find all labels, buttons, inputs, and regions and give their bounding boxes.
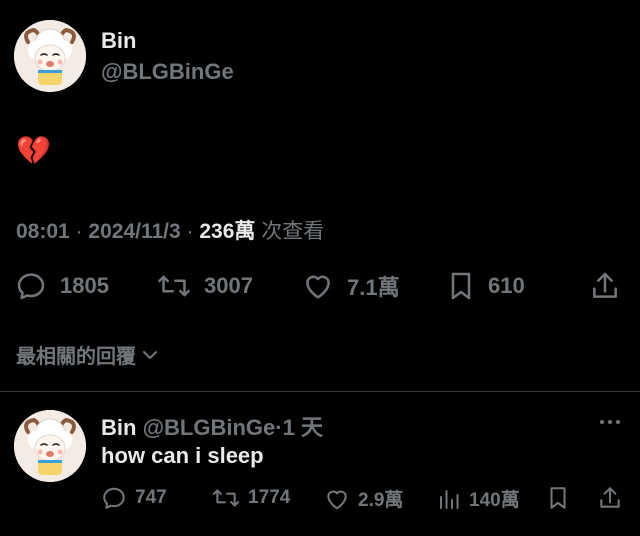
share-upload-icon: [600, 487, 620, 508]
share-upload-icon: [593, 272, 617, 298]
reply-sort-dropdown[interactable]: 最相關的回覆: [16, 340, 160, 369]
reply-share-button[interactable]: [597, 485, 623, 511]
bar-chart-icon: [440, 489, 459, 509]
repost-count: 3007: [204, 273, 253, 298]
reply-author-avatar[interactable]: [14, 410, 86, 482]
heart-outline-icon: [327, 490, 347, 509]
reply-button[interactable]: 1805: [15, 270, 109, 302]
reply-bookmark-button[interactable]: [546, 485, 570, 511]
speech-bubble-icon: [17, 273, 45, 300]
bookmark-icon: [550, 487, 566, 509]
reply-separator: ·: [275, 415, 283, 440]
more-options-button[interactable]: [598, 412, 622, 437]
reply-repost-count: 1774: [248, 487, 291, 508]
speech-bubble-icon: [103, 487, 125, 509]
views-count: 236萬: [199, 220, 256, 243]
post-date[interactable]: 2024/11/3: [88, 220, 180, 243]
bookmark-count: 610: [488, 273, 525, 298]
meta-separator: ·: [75, 220, 83, 243]
post-text: 💔: [16, 135, 51, 166]
reply-author-handle[interactable]: @BLGBinGe: [143, 415, 276, 440]
reply-like-count: 2.9萬: [358, 490, 404, 511]
author-handle[interactable]: @BLGBinGe: [101, 59, 234, 85]
reply-views-button[interactable]: 140萬: [437, 485, 520, 512]
bookmark-icon: [451, 272, 471, 300]
bookmark-button[interactable]: 610: [447, 270, 525, 302]
post-time[interactable]: 08:01: [16, 220, 70, 243]
reply-sort-label: 最相關的回覆: [16, 346, 136, 368]
repost-arrows-icon: [158, 275, 190, 297]
like-button[interactable]: 7.1萬: [302, 270, 400, 302]
sheep-avatar-icon: [14, 20, 86, 92]
divider: [0, 391, 640, 392]
author-avatar[interactable]: [14, 20, 86, 92]
heart-outline-icon: [306, 275, 330, 299]
reply-repost-button[interactable]: 1774: [212, 485, 290, 511]
meta-separator: ·: [186, 220, 194, 243]
sheep-avatar-icon: [14, 410, 86, 482]
views-label: 次查看: [261, 220, 325, 243]
repost-button[interactable]: 3007: [157, 270, 253, 302]
reply-reply-count: 747: [135, 487, 167, 508]
reply-like-button[interactable]: 2.9萬: [324, 485, 403, 512]
author-name[interactable]: Bin: [101, 28, 136, 54]
reply-text: how can i sleep: [101, 443, 264, 468]
like-count: 7.1萬: [347, 275, 400, 300]
repost-arrows-icon: [212, 489, 240, 507]
share-button[interactable]: [589, 270, 621, 302]
more-dots-icon: [600, 420, 620, 424]
chevron-down-icon: [143, 350, 157, 359]
reply-views-count: 140萬: [469, 490, 520, 511]
reply-time[interactable]: 1 天: [283, 415, 323, 440]
post-meta: 08:01 · 2024/11/3 · 236萬 次查看: [16, 215, 324, 245]
reply-count: 1805: [60, 273, 109, 298]
reply-header: Bin @BLGBinGe·1 天: [101, 410, 323, 442]
reply-author-name[interactable]: Bin: [101, 415, 136, 440]
reply-reply-button[interactable]: 747: [101, 485, 167, 511]
